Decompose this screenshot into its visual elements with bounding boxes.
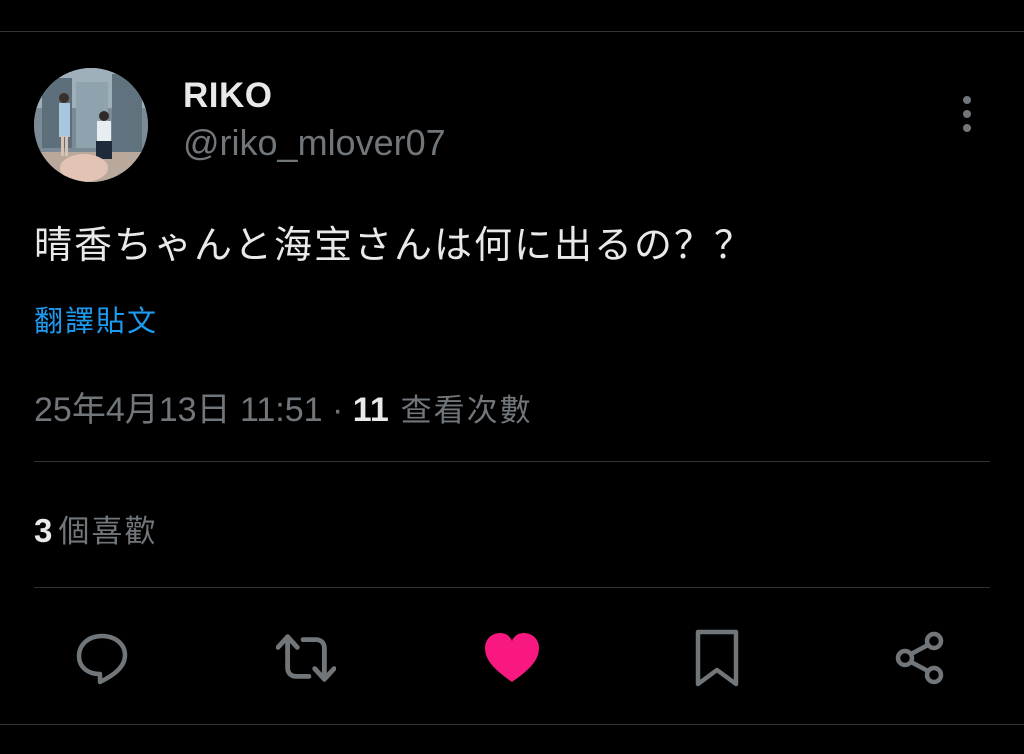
meta-separator: · bbox=[322, 391, 353, 429]
like-button[interactable] bbox=[482, 628, 542, 688]
likes-label: 個喜歡 bbox=[58, 514, 158, 550]
more-options-button[interactable] bbox=[950, 92, 984, 136]
tweet-detail-page: RIKO @riko_mlover07 晴香ちゃんと海宝さんは何に出るの？？ 翻… bbox=[0, 0, 1024, 754]
bottom-divider bbox=[0, 724, 1024, 725]
more-dot-icon bbox=[963, 124, 971, 132]
views-label: 查看次數 bbox=[388, 393, 533, 429]
meta-divider bbox=[34, 461, 990, 462]
tweet-timestamp[interactable]: 25年4月13日 11:51 bbox=[34, 391, 323, 429]
author-display-name[interactable]: RIKO bbox=[183, 76, 273, 116]
bookmark-icon bbox=[695, 629, 739, 687]
share-button[interactable] bbox=[890, 628, 950, 688]
author-handle[interactable]: @riko_mlover07 bbox=[183, 122, 446, 164]
retweet-icon bbox=[276, 634, 336, 682]
translate-post-link[interactable]: 翻譯貼文 bbox=[34, 298, 158, 340]
likes-count: 3 bbox=[34, 512, 53, 549]
retweet-button[interactable] bbox=[276, 628, 336, 688]
tweet-text: 晴香ちゃんと海宝さんは何に出るの？？ bbox=[34, 223, 755, 267]
reply-button[interactable] bbox=[72, 628, 132, 688]
avatar[interactable] bbox=[34, 68, 148, 182]
likes-summary[interactable]: 3 個喜歡 bbox=[34, 506, 157, 551]
more-dot-icon bbox=[963, 110, 971, 118]
avatar-image bbox=[34, 68, 148, 182]
views-count[interactable]: 11 bbox=[353, 391, 389, 429]
heart-filled-icon bbox=[485, 633, 539, 682]
bookmark-button[interactable] bbox=[687, 628, 747, 688]
more-dot-icon bbox=[963, 96, 971, 104]
tweet-meta: 25年4月13日 11:51 · 11 查看次數 bbox=[34, 382, 533, 431]
share-icon bbox=[895, 631, 944, 685]
likes-divider bbox=[34, 587, 990, 588]
top-divider bbox=[0, 31, 1024, 32]
reply-icon bbox=[76, 633, 128, 685]
